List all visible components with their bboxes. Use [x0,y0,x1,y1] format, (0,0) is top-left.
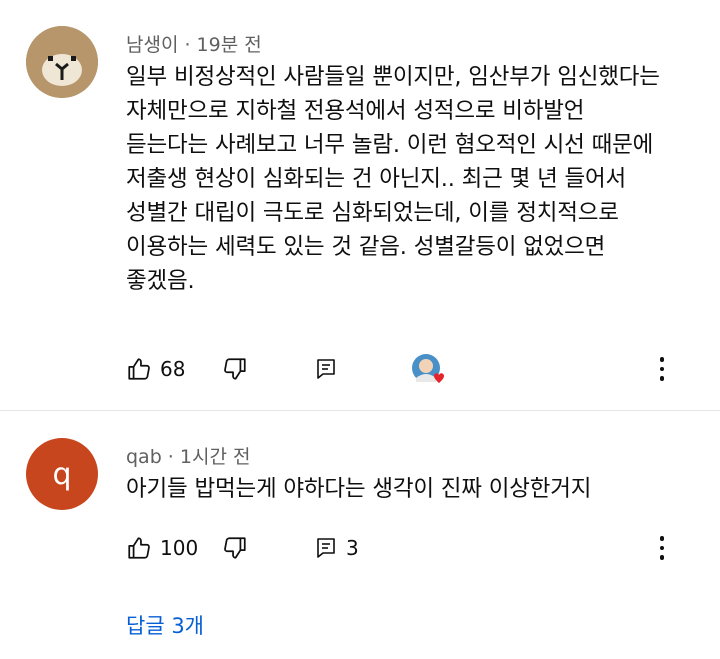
view-replies-link[interactable]: 답글 3개 [126,610,204,640]
comment-text: 아기들 밥먹는게 야하다는 생각이 진짜 이상한거지 [126,476,592,502]
comment-actions: 100 3 [126,530,696,566]
like-count: 100 [160,536,199,560]
reply-button[interactable]: 3 [314,530,359,566]
creator-heart-icon [410,352,446,388]
like-button[interactable]: 100 [126,530,198,566]
comment-icon [317,359,335,379]
dot-icon [659,555,665,560]
like-button[interactable]: 68 [126,351,185,387]
comment-meta: 남생이 · 19분 전 [126,34,262,56]
dot-icon [659,536,665,541]
reply-button[interactable] [314,351,338,387]
user-avatar[interactable]: q [26,438,98,510]
dot-icon [659,366,665,372]
reply-count: 3 [346,536,359,560]
avatar-letter: q [52,456,72,492]
comment-text: 일부 비정상적인 사람들일 뿐이지만, 임산부가 임신했다는 자체만으로 지하철… [126,64,660,294]
thumbs-up-icon [128,358,150,380]
like-count: 68 [160,357,186,381]
comment-divider [0,410,720,411]
comment-meta: qab · 1시간 전 [126,446,251,468]
dot-icon [659,545,665,551]
more-options-button[interactable] [650,530,674,566]
bear-face-avatar[interactable] [26,26,98,98]
thumbs-up-icon [128,537,150,559]
comment-icon [317,538,335,558]
dot-icon [659,376,665,381]
dislike-button[interactable] [222,530,248,566]
dot-icon [659,357,665,362]
thumbs-down-icon [224,358,246,380]
thumbs-down-icon [224,537,246,559]
dislike-button[interactable] [222,351,248,387]
more-options-button[interactable] [650,351,674,387]
